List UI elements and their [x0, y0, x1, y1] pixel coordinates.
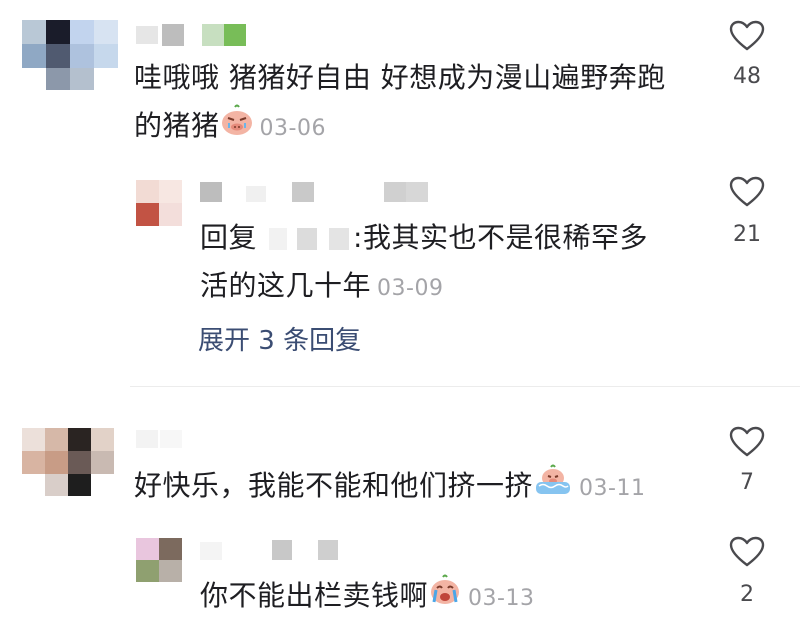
- pig-hot-spring-emoji: [533, 463, 573, 511]
- reply-text-cont: 活的这几十年: [200, 269, 372, 302]
- reply-prefix: 回复: [200, 221, 258, 254]
- like-heart-icon[interactable]: [729, 176, 765, 208]
- like-count: 2: [740, 582, 754, 607]
- like-count: 48: [733, 64, 761, 89]
- reply-avatar[interactable]: [136, 180, 182, 226]
- like-heart-icon[interactable]: [729, 536, 765, 568]
- comment-date: 03-11: [579, 476, 646, 501]
- reply-date: 03-13: [468, 586, 535, 611]
- reply-username[interactable]: [200, 182, 440, 204]
- reply-text: 你不能出栏卖钱啊: [200, 579, 429, 612]
- reply-date: 03-09: [377, 276, 444, 301]
- reply-text: 我其实也不是很稀罕多: [362, 221, 648, 254]
- comment-divider: [130, 386, 800, 387]
- like-count: 21: [733, 222, 761, 247]
- like-heart-icon[interactable]: [729, 20, 765, 52]
- reply-username[interactable]: [200, 540, 360, 562]
- username[interactable]: [136, 430, 196, 450]
- avatar[interactable]: [22, 428, 114, 496]
- comment-text: 哇哦哦 猪猪好自由 好想成为漫山遍野奔跑: [134, 61, 666, 94]
- username[interactable]: [136, 24, 256, 46]
- like-count: 7: [740, 470, 754, 495]
- avatar[interactable]: [22, 20, 118, 90]
- pig-sobbing-emoji: [428, 573, 462, 621]
- expand-replies-button[interactable]: 展开 3 条回复: [198, 320, 361, 357]
- comment-date: 03-06: [259, 116, 326, 141]
- reply-avatar[interactable]: [136, 538, 182, 582]
- comment-text-cont: 的猪猪: [134, 109, 220, 142]
- pig-crying-emoji: [220, 103, 254, 151]
- comment-text: 好快乐，我能不能和他们挤一挤: [134, 469, 534, 502]
- mention-username[interactable]: [257, 224, 353, 254]
- like-heart-icon[interactable]: [729, 426, 765, 458]
